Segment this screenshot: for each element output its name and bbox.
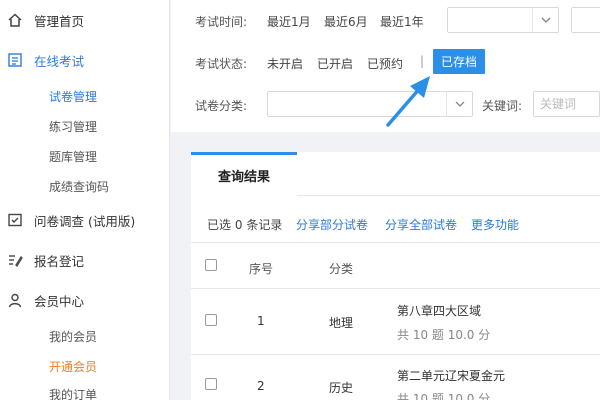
row-paper-title[interactable]: 第二单元辽宋夏金元 [397,367,505,384]
sidebar-item-signup[interactable]: 报名登记 [0,248,170,272]
tab-query-results[interactable]: 查询结果 [191,152,297,196]
time-option-1-month[interactable]: 最近1月 [267,13,311,30]
sidebar: 管理首页 在线考试 试卷管理 练习管理 题库管理 成绩查询码 问卷调查 (试用版… [0,0,170,400]
sidebar-item-label: 在线考试 [34,53,85,69]
column-header-category: 分类 [329,262,354,276]
user-icon [6,291,24,309]
table-header-border [191,288,600,289]
row-checkbox[interactable] [205,314,217,326]
tab-divider [297,195,600,196]
row-index: 2 [257,379,265,393]
results-panel: 查询结果 已选 0 条记录 分享部分试卷 分享全部试卷 更多功能 序号 分类 1… [191,152,600,400]
row-border [191,354,600,355]
sidebar-item-online-exam[interactable]: 在线考试 [0,48,170,72]
sidebar-subitem-my-orders[interactable]: 我的订单 [49,386,97,400]
edit-form-icon [6,251,24,269]
keyword-input[interactable] [533,91,600,117]
selected-records-text: 已选 0 条记录 [207,218,283,232]
status-option-not-started[interactable]: 未开启 [267,55,303,72]
selected-count: 0 [234,218,243,232]
end-date-select[interactable] [571,7,600,33]
chevron-down-icon [446,92,472,116]
share-all-papers-link[interactable]: 分享全部试卷 [385,216,457,233]
sidebar-item-member[interactable]: 会员中心 [0,288,170,312]
paper-category-select[interactable] [267,91,473,117]
sidebar-item-survey[interactable]: 问卷调查 (试用版) [0,208,170,232]
sidebar-item-label: 问卷调查 (试用版) [34,213,136,229]
status-separator: | [420,54,425,68]
survey-check-icon [6,211,24,229]
sidebar-item-home[interactable]: 管理首页 [0,8,170,32]
row-paper-title[interactable]: 第八章四大区域 [397,302,481,319]
pointer-arrow-icon [386,76,430,127]
table-top-border [191,242,600,243]
start-date-select[interactable] [447,7,559,33]
exam-time-label: 考试时间: [195,15,248,29]
sidebar-subitem-question-bank[interactable]: 题库管理 [49,148,97,165]
sidebar-subitem-paper-manage[interactable]: 试卷管理 [49,88,97,105]
column-header-index: 序号 [249,262,274,276]
time-option-1-year[interactable]: 最近1年 [380,13,424,30]
sidebar-subitem-my-member[interactable]: 我的会员 [49,328,97,345]
row-category: 地理 [329,316,354,330]
exam-list-icon [6,51,24,69]
row-paper-meta: 共 10 题 10.0 分 [397,328,491,342]
select-all-checkbox[interactable] [205,259,217,271]
sidebar-item-label: 管理首页 [34,13,85,29]
home-icon [6,11,24,29]
time-option-6-months[interactable]: 最近6月 [324,13,368,30]
exam-status-label: 考试状态: [195,57,248,71]
keyword-label: 关键词: [482,99,523,113]
chevron-down-icon [532,8,558,32]
sidebar-subitem-score-code[interactable]: 成绩查询码 [49,178,109,195]
status-option-started[interactable]: 已开启 [317,55,353,72]
row-paper-meta: 共 10 题 10.0 分 [397,392,491,400]
more-functions-link[interactable]: 更多功能 [471,216,519,233]
sidebar-item-label: 会员中心 [34,293,85,309]
sidebar-item-label: 报名登记 [34,253,85,269]
sidebar-subitem-practice-manage[interactable]: 练习管理 [49,118,97,135]
row-index: 1 [257,314,265,328]
row-checkbox[interactable] [205,378,217,390]
paper-category-label: 试卷分类: [195,99,248,113]
sidebar-subitem-open-member[interactable]: 开通会员 [49,358,97,375]
status-option-archived[interactable]: 已存档 [433,49,485,74]
share-some-papers-link[interactable]: 分享部分试卷 [296,216,368,233]
row-category: 历史 [329,381,354,395]
